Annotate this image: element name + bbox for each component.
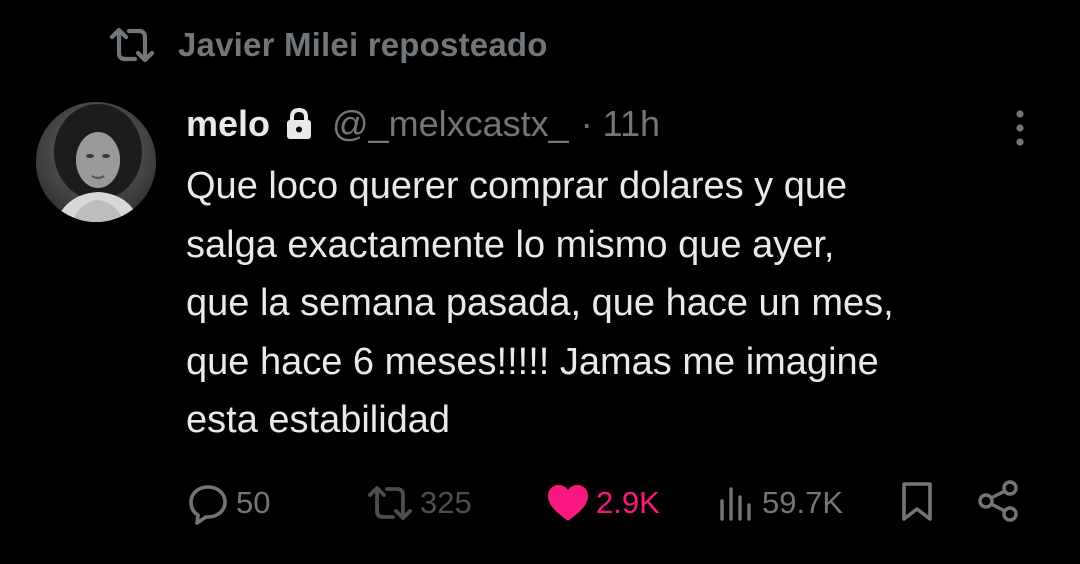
repost-context[interactable]: Javier Milei reposteado xyxy=(108,22,548,68)
tweet-text-line: salga exactamente lo mismo que ayer, xyxy=(186,223,835,266)
tweet-text: Que loco querer comprar dolares y que sa… xyxy=(186,157,1056,450)
timestamp[interactable]: 11h xyxy=(603,103,660,145)
lock-icon xyxy=(284,107,314,141)
more-options-icon[interactable] xyxy=(1004,104,1036,152)
analytics-icon xyxy=(716,483,756,523)
repost-label: Javier Milei reposteado xyxy=(178,26,548,63)
avatar[interactable] xyxy=(36,102,156,222)
author-handle[interactable]: @_melxcastx_ xyxy=(332,103,569,145)
views-button[interactable]: 59.7K xyxy=(716,478,843,528)
tweet-text-line: que la semana pasada, que hace un mes, xyxy=(186,282,894,324)
repost-count: 325 xyxy=(420,485,472,520)
tweet-header: melo @_melxcastx_ · 11h xyxy=(186,100,660,148)
heart-icon xyxy=(546,483,590,523)
bookmark-icon xyxy=(898,480,936,527)
reply-button[interactable]: 50 xyxy=(186,478,270,528)
tweet-text-line: que hace 6 meses!!!!! Jamas me imagine xyxy=(186,340,879,383)
action-bar: 50 325 2.9K 59.7K xyxy=(0,478,1080,528)
tweet-text-line: Que loco querer comprar dolares y que xyxy=(186,165,848,207)
bookmark-button[interactable] xyxy=(898,478,936,528)
views-count: 59.7K xyxy=(762,485,844,520)
repost-icon xyxy=(108,23,156,67)
like-count: 2.9K xyxy=(596,485,660,520)
reply-count: 50 xyxy=(236,485,271,520)
tweet-text-line: esta estabilidad xyxy=(186,399,451,441)
display-name[interactable]: melo xyxy=(186,103,270,145)
separator-dot: · xyxy=(580,103,593,144)
repost-button[interactable]: 325 xyxy=(366,478,472,528)
like-button[interactable]: 2.9K xyxy=(546,478,660,528)
reply-icon xyxy=(186,481,230,525)
repost-icon xyxy=(366,481,414,525)
share-icon xyxy=(976,479,1020,528)
share-button[interactable] xyxy=(976,478,1020,528)
